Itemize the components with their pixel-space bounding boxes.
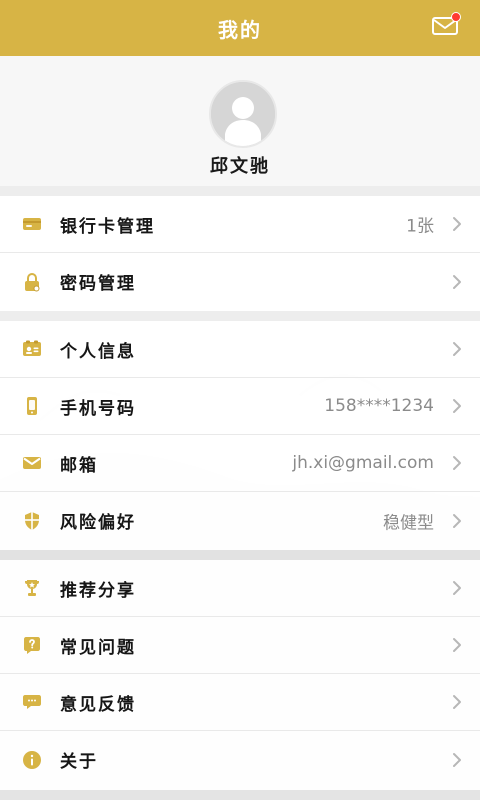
menu-item-feedback[interactable]: 意见反馈 xyxy=(0,674,480,731)
section-divider xyxy=(0,186,480,196)
mail-button[interactable] xyxy=(432,12,461,38)
menu-item-risk[interactable]: 风险偏好 稳健型 xyxy=(0,492,480,549)
menu-item-label: 密码管理 xyxy=(60,274,136,294)
chevron-right-icon xyxy=(453,217,461,231)
menu-item-phone[interactable]: 手机号码 158****1234 xyxy=(0,378,480,435)
menu-item-label: 常见问题 xyxy=(60,637,136,658)
menu-item-label: 风险偏好 xyxy=(60,513,136,533)
info-icon xyxy=(22,750,42,770)
shield-icon xyxy=(22,511,42,531)
menu-item-label: 银行卡管理 xyxy=(60,216,155,237)
chevron-right-icon xyxy=(453,399,461,413)
chevron-right-icon xyxy=(453,513,461,528)
chevron-right-icon xyxy=(453,752,461,767)
question-icon xyxy=(22,635,42,655)
avatar[interactable] xyxy=(209,80,277,148)
menu-item-label: 手机号码 xyxy=(60,398,136,419)
user-avatar-icon xyxy=(211,82,275,146)
trophy-icon xyxy=(22,578,42,598)
header-bar: 我的 xyxy=(0,0,480,56)
phone-icon xyxy=(22,396,42,416)
menu-item-value: jh.xi@gmail.com xyxy=(292,453,434,473)
menu-section-1: 银行卡管理 1张 密码管理 xyxy=(0,196,480,311)
menu-item-password[interactable]: 密码管理 xyxy=(0,253,480,310)
menu-item-value: 158****1234 xyxy=(324,396,434,416)
chevron-right-icon xyxy=(453,456,461,470)
user-name: 邱文驰 xyxy=(210,156,270,177)
chevron-right-icon xyxy=(453,695,461,709)
section-divider xyxy=(0,550,480,560)
menu-item-about[interactable]: 关于 xyxy=(0,731,480,788)
menu-item-label: 推荐分享 xyxy=(60,580,136,601)
menu-item-personal-info[interactable]: 个人信息 xyxy=(0,321,480,378)
menu-item-label: 邮箱 xyxy=(60,455,98,476)
chat-icon xyxy=(22,692,42,712)
lock-icon xyxy=(22,272,42,292)
menu-item-label: 关于 xyxy=(60,752,98,772)
id-card-icon xyxy=(22,339,42,359)
profile-card: 邱文驰 xyxy=(0,56,480,186)
chevron-right-icon xyxy=(453,581,461,595)
menu-section-2: 个人信息 手机号码 158****1234 邮箱 jh.xi@gmail.com xyxy=(0,321,480,550)
page-title: 我的 xyxy=(218,17,262,42)
menu-item-email[interactable]: 邮箱 jh.xi@gmail.com xyxy=(0,435,480,492)
chevron-right-icon xyxy=(453,638,461,652)
menu-item-label: 意见反馈 xyxy=(60,694,136,715)
notification-dot xyxy=(451,12,461,22)
menu-item-faq[interactable]: 常见问题 xyxy=(0,617,480,674)
menu-item-value: 1张 xyxy=(406,216,434,237)
chevron-right-icon xyxy=(453,342,461,356)
menu-section-3: 推荐分享 常见问题 意见反馈 关于 xyxy=(0,560,480,790)
menu-item-label: 个人信息 xyxy=(60,341,136,362)
section-divider xyxy=(0,311,480,321)
bank-card-icon xyxy=(22,214,42,234)
menu-item-recommend[interactable]: 推荐分享 xyxy=(0,560,480,617)
mail-icon xyxy=(22,453,42,473)
chevron-right-icon xyxy=(453,274,461,289)
menu-item-bank-card[interactable]: 银行卡管理 1张 xyxy=(0,196,480,253)
menu-item-value: 稳健型 xyxy=(383,513,434,533)
